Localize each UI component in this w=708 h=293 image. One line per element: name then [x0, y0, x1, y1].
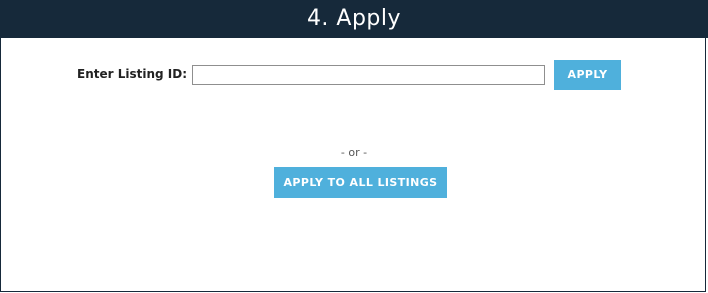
apply-button[interactable]: APPLY [554, 60, 621, 90]
listing-id-input[interactable] [192, 65, 545, 85]
listing-id-row: Enter Listing ID: APPLY [0, 60, 708, 90]
apply-to-all-listings-button[interactable]: APPLY TO ALL LISTINGS [274, 167, 447, 198]
or-separator: - or - [340, 146, 368, 159]
listing-id-label: Enter Listing ID: [77, 67, 187, 81]
page-title: 4. Apply [0, 0, 708, 38]
